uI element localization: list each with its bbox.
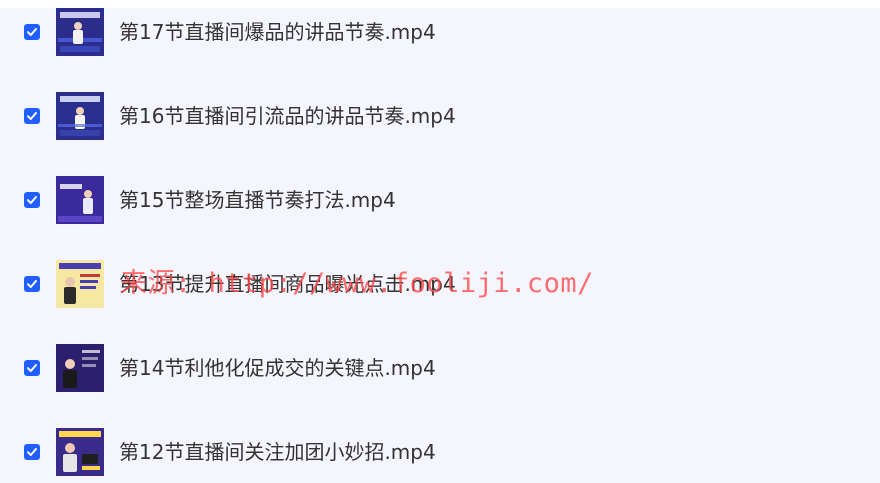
file-list-panel: 第17节直播间爆品的讲品节奏.mp4 第16节直播间引流品的讲品节奏.mp4 第… (0, 8, 880, 483)
watermark-text: 来源: http://www.fooliji.com/ (120, 268, 594, 299)
file-row[interactable]: 第15节整场直播节奏打法.mp4 (0, 176, 880, 224)
check-icon (27, 280, 37, 288)
video-thumbnail[interactable] (56, 8, 104, 56)
video-thumbnail[interactable] (56, 344, 104, 392)
check-icon (27, 448, 37, 456)
check-icon (27, 196, 37, 204)
file-name[interactable]: 第14节利他化促成交的关键点.mp4 (119, 355, 436, 381)
video-thumbnail[interactable] (56, 176, 104, 224)
file-name[interactable]: 第12节直播间关注加团小妙招.mp4 (119, 439, 436, 465)
file-checkbox[interactable] (24, 276, 40, 292)
file-checkbox[interactable] (24, 192, 40, 208)
file-row[interactable]: 第14节利他化促成交的关键点.mp4 (0, 344, 880, 392)
file-row[interactable]: 第16节直播间引流品的讲品节奏.mp4 (0, 92, 880, 140)
check-icon (27, 28, 37, 36)
file-row[interactable]: 第12节直播间关注加团小妙招.mp4 (0, 428, 880, 476)
file-checkbox[interactable] (24, 108, 40, 124)
file-row[interactable]: 第17节直播间爆品的讲品节奏.mp4 (0, 8, 880, 56)
file-name[interactable]: 第15节整场直播节奏打法.mp4 (119, 187, 396, 213)
file-checkbox[interactable] (24, 360, 40, 376)
check-icon (27, 112, 37, 120)
video-thumbnail[interactable] (56, 428, 104, 476)
file-name[interactable]: 第17节直播间爆品的讲品节奏.mp4 (119, 19, 436, 45)
check-icon (27, 364, 37, 372)
file-checkbox[interactable] (24, 444, 40, 460)
file-name[interactable]: 第16节直播间引流品的讲品节奏.mp4 (119, 103, 456, 129)
video-thumbnail[interactable] (56, 260, 104, 308)
video-thumbnail[interactable] (56, 92, 104, 140)
file-checkbox[interactable] (24, 24, 40, 40)
